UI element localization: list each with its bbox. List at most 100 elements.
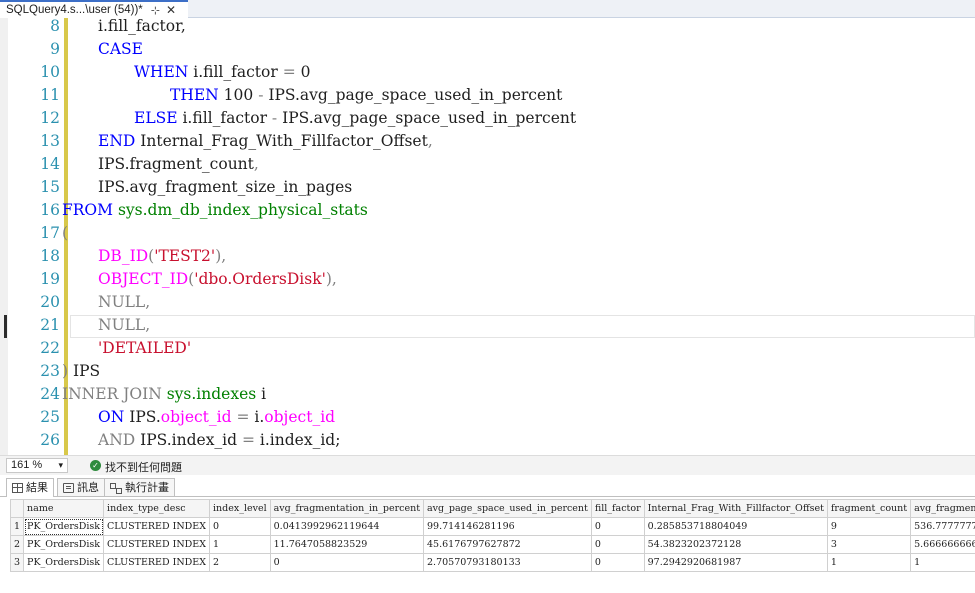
code-token: ),: [215, 247, 227, 265]
line-number: 12: [40, 109, 60, 127]
code-line[interactable]: AND IPS.index_id = i.index_id;: [98, 429, 340, 452]
code-line[interactable]: ELSE i.fill_factor - IPS.avg_page_space_…: [134, 107, 576, 130]
code-token: i.fill_factor: [188, 63, 283, 81]
code-editor[interactable]: 8 9 10 11 12 13 14 15 16 17 18 19 20 21 22 23 24 25 26 i.f…: [0, 18, 975, 455]
zoom-value: 161 %: [11, 459, 43, 471]
code-line[interactable]: THEN 100 - IPS.avg_page_space_used_in_pe…: [170, 84, 562, 107]
table-cell[interactable]: 1: [826, 553, 912, 572]
code-line[interactable]: FROM sys.dm_db_index_physical_stats: [62, 199, 368, 222]
table-cell[interactable]: 11.7647058823529: [269, 535, 425, 554]
table-cell[interactable]: 99.714146281196: [423, 517, 592, 536]
row-number[interactable]: 2: [9, 535, 25, 554]
table-row[interactable]: 2 PK_OrdersDisk CLUSTERED INDEX 1 11.764…: [9, 535, 975, 554]
tab-execution-plan[interactable]: 執行計畫: [104, 478, 175, 496]
code-token: object_id: [160, 408, 232, 426]
code-token: 'TEST2': [154, 247, 216, 265]
table-cell[interactable]: CLUSTERED INDEX: [103, 535, 210, 554]
table-cell[interactable]: 5.66666666666667: [910, 535, 975, 554]
code-line[interactable]: 'DETAILED': [98, 337, 191, 360]
column-header[interactable]: Internal_Frag_With_Fillfactor_Offset: [643, 499, 828, 518]
table-cell[interactable]: CLUSTERED INDEX: [103, 553, 210, 572]
table-cell[interactable]: 0: [590, 517, 645, 536]
code-line[interactable]: IPS.fragment_count,: [98, 153, 259, 176]
table-cell[interactable]: 3: [826, 535, 912, 554]
table-cell[interactable]: PK_OrdersDisk: [23, 553, 105, 572]
table-cell[interactable]: 1: [208, 535, 271, 554]
code-token: =: [242, 431, 255, 449]
code-line[interactable]: CASE: [98, 38, 143, 61]
code-token: i: [256, 385, 267, 403]
code-line[interactable]: ) IPS: [62, 360, 100, 383]
line-number: 19: [40, 270, 60, 288]
code-line[interactable]: OBJECT_ID('dbo.OrdersDisk'),: [98, 268, 337, 291]
table-cell[interactable]: 97.2942920681987: [643, 553, 828, 572]
code-line[interactable]: END Internal_Frag_With_Fillfactor_Offset…: [98, 130, 433, 153]
code-token: DB_ID: [98, 247, 149, 265]
table-cell[interactable]: 0: [208, 517, 271, 536]
table-cell[interactable]: 1: [910, 553, 975, 572]
code-line[interactable]: i.fill_factor,: [98, 18, 186, 38]
code-line[interactable]: ON IPS.object_id = i.object_id: [98, 406, 335, 429]
code-line[interactable]: INNER JOIN sys.indexes i: [62, 383, 266, 406]
tab-execution-plan-label: 執行計畫: [125, 481, 169, 494]
table-cell[interactable]: 45.6176797627872: [423, 535, 592, 554]
zoom-dropdown[interactable]: 161 % ▾: [6, 458, 68, 473]
table-cell[interactable]: 0: [269, 553, 425, 572]
code-token: IPS.avg_page_space_used_in_percent: [263, 86, 563, 104]
column-header[interactable]: index_type_desc: [103, 499, 210, 518]
table-cell[interactable]: 0.0413992962119644: [269, 517, 425, 536]
code-token: 'dbo.OrdersDisk': [194, 270, 326, 288]
code-line[interactable]: WHEN i.fill_factor = 0: [134, 61, 311, 84]
column-header[interactable]: avg_fragmentation_in_percent: [269, 499, 425, 518]
table-cell[interactable]: 0.285853718804049: [643, 517, 828, 536]
code-line[interactable]: NULL,: [98, 291, 150, 314]
code-token: IPS.fragment_count: [98, 155, 254, 173]
table-cell[interactable]: 2: [208, 553, 271, 572]
query-tab[interactable]: SQLQuery4.s...\user (54))* ⊹ ✕: [0, 0, 188, 18]
table-cell[interactable]: 0: [590, 535, 645, 554]
column-header[interactable]: avg_fragment_size_in_pages: [910, 499, 975, 518]
tab-results[interactable]: 結果: [6, 478, 54, 497]
code-line[interactable]: DB_ID('TEST2'),: [98, 245, 226, 268]
row-number[interactable]: 1: [9, 517, 25, 536]
table-cell[interactable]: PK_OrdersDisk: [23, 535, 105, 554]
close-icon[interactable]: ✕: [166, 3, 176, 17]
code-token: 'DETAILED': [98, 339, 192, 357]
code-line[interactable]: NULL,: [98, 314, 150, 337]
tab-messages[interactable]: 訊息: [57, 478, 105, 496]
results-grid[interactable]: name index_type_desc index_level avg_fra…: [0, 497, 975, 593]
table-cell[interactable]: 54.3823202372128: [643, 535, 828, 554]
code-line[interactable]: IPS.avg_fragment_size_in_pages: [98, 176, 352, 199]
column-header[interactable]: avg_page_space_used_in_percent: [423, 499, 592, 518]
table-cell[interactable]: CLUSTERED INDEX: [103, 517, 210, 536]
line-number: 25: [40, 408, 60, 426]
code-token: IPS: [68, 362, 101, 380]
column-header[interactable]: fragment_count: [826, 499, 912, 518]
results-table[interactable]: name index_type_desc index_level avg_fra…: [9, 499, 975, 572]
column-header[interactable]: fill_factor: [590, 499, 645, 518]
line-number: 22: [40, 339, 60, 357]
column-header[interactable]: index_level: [208, 499, 271, 518]
current-line-highlight: [70, 315, 975, 338]
line-number: 14: [40, 155, 60, 173]
code-token: IPS.avg_fragment_size_in_pages: [98, 178, 353, 196]
table-cell[interactable]: 536.777777777778: [910, 517, 975, 536]
table-cell[interactable]: 9: [826, 517, 912, 536]
code-line[interactable]: (: [62, 222, 68, 245]
issues-status-text: 找不到任何問題: [105, 462, 182, 474]
code-token: (: [62, 224, 69, 242]
table-cell[interactable]: 2.70570793180133: [423, 553, 592, 572]
row-number[interactable]: 3: [9, 553, 25, 572]
column-header[interactable]: name: [23, 499, 105, 518]
table-row[interactable]: 1 PK_OrdersDisk CLUSTERED INDEX 0 0.0413…: [9, 517, 975, 536]
pin-icon[interactable]: ⊹: [151, 4, 160, 17]
code-token: NULL,: [98, 293, 151, 311]
code-token: FROM: [62, 201, 114, 219]
table-cell[interactable]: 0: [590, 553, 645, 572]
chevron-down-icon[interactable]: ▾: [58, 459, 63, 472]
table-row[interactable]: 3 PK_OrdersDisk CLUSTERED INDEX 2 0 2.70…: [9, 553, 975, 572]
table-cell[interactable]: PK_OrdersDisk: [23, 517, 105, 536]
code-token: i.: [249, 408, 265, 426]
row-header-corner[interactable]: [9, 499, 25, 518]
line-number: 9: [50, 40, 60, 58]
